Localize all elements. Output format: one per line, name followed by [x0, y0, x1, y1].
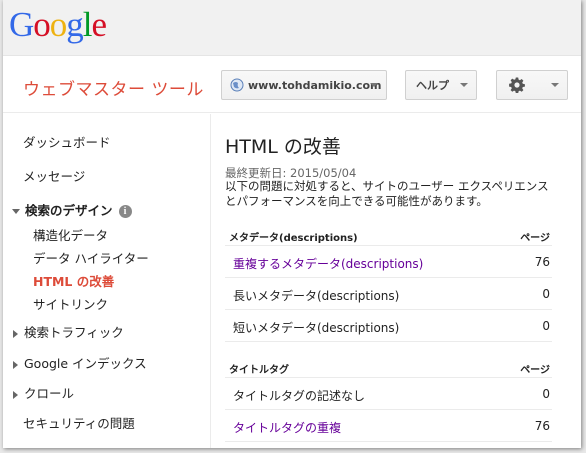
page-count: 76 — [534, 255, 550, 269]
issue-label: 長いメタデータ(descriptions) — [233, 289, 400, 303]
collapsed-arrow-icon — [13, 360, 18, 369]
title-tag-table: タイトルタグ ページ タイトルタグの記述なし 0 タイトルタグの重複 76 — [225, 354, 552, 442]
google-logo[interactable]: Google — [9, 3, 108, 47]
sidebar-item-structured-data[interactable]: 構造化データ — [33, 225, 108, 244]
logo-letter: l — [82, 5, 93, 44]
site-selector-button[interactable]: www.tohdamikio.com — [221, 70, 387, 100]
chevron-down-icon — [370, 83, 378, 87]
issue-link[interactable]: 重複するメタデータ(descriptions) — [233, 255, 423, 272]
issue-label: 短いメタデータ(descriptions) — [233, 321, 400, 335]
column-header-issue: タイトルタグ — [229, 365, 289, 376]
logo-letter: e — [91, 5, 108, 44]
help-button[interactable]: ヘルプ — [405, 70, 477, 100]
meta-description-table: メタデータ(descriptions) ページ 重複するメタデータ(descri… — [225, 222, 552, 342]
page-count: 76 — [534, 419, 550, 433]
expanded-arrow-icon — [12, 209, 20, 214]
sidebar-item-sitelinks[interactable]: サイトリンク — [33, 294, 108, 313]
sidebar-item-data-highlighter[interactable]: データ ハイライター — [33, 248, 149, 267]
sidebar-item-security-issues[interactable]: セキュリティの問題 — [23, 413, 135, 432]
table-row[interactable]: 重複するメタデータ(descriptions) 76 — [225, 246, 552, 278]
settings-button[interactable] — [496, 70, 568, 100]
wmt-header: ウェブマスター ツール www.tohdamikio.com ヘルプ — [3, 57, 581, 113]
table-header: メタデータ(descriptions) ページ — [225, 222, 552, 246]
sidebar-nav: ダッシュボード メッセージ 検索のデザイン i 構造化データ データ ハイライター… — [3, 114, 209, 448]
chevron-down-icon — [551, 83, 559, 87]
sidebar-item-dashboard[interactable]: ダッシュボード — [23, 132, 111, 151]
gear-icon — [509, 77, 525, 93]
page-count: 0 — [542, 319, 550, 333]
sidebar-item-google-index[interactable]: Google インデックス — [13, 353, 147, 372]
chevron-down-icon — [460, 83, 468, 87]
logo-letter: g — [66, 5, 83, 44]
page-count: 0 — [542, 287, 550, 301]
top-bar: Google — [3, 0, 581, 56]
globe-icon — [230, 78, 244, 92]
browser-frame: Google ウェブマスター ツール www.tohdamikio.com ヘル… — [3, 0, 581, 448]
sidebar-section-label: 検索トラフィック — [24, 325, 124, 340]
collapsed-arrow-icon — [13, 390, 18, 399]
issue-link[interactable]: タイトルタグの重複 — [233, 419, 341, 436]
logo-letter: o — [49, 5, 67, 44]
site-selector-label: www.tohdamikio.com — [248, 78, 382, 92]
page-count: 0 — [542, 387, 550, 401]
column-header-pages: ページ — [520, 365, 550, 376]
sidebar-section-label: 検索のデザイン — [25, 203, 113, 218]
main-content: HTML の改善 最終更新日: 2015/05/04 以下の問題に対処すると、サ… — [211, 114, 581, 448]
help-label: ヘルプ — [416, 79, 449, 92]
sidebar-item-crawl[interactable]: クロール — [13, 383, 74, 402]
app-title[interactable]: ウェブマスター ツール — [23, 75, 204, 100]
collapsed-arrow-icon — [13, 329, 18, 338]
table-row: 長いメタデータ(descriptions) 0 — [225, 278, 552, 310]
sidebar-item-search-traffic[interactable]: 検索トラフィック — [13, 322, 124, 341]
issue-label: タイトルタグの記述なし — [233, 389, 366, 403]
sidebar-item-messages[interactable]: メッセージ — [23, 166, 85, 185]
column-header-issue: メタデータ(descriptions) — [229, 233, 358, 244]
table-row: 短いメタデータ(descriptions) 0 — [225, 310, 552, 342]
column-header-pages: ページ — [520, 233, 550, 244]
info-icon[interactable]: i — [118, 205, 132, 218]
table-row[interactable]: タイトルタグの重複 76 — [225, 410, 552, 442]
table-row: タイトルタグの記述なし 0 — [225, 378, 552, 410]
sidebar-section-label: Google インデックス — [24, 356, 147, 371]
logo-letter: G — [9, 5, 34, 44]
sidebar-item-search-appearance[interactable]: 検索のデザイン i — [12, 200, 132, 219]
sidebar-item-html-improvements[interactable]: HTML の改善 — [33, 271, 114, 290]
table-header: タイトルタグ ページ — [225, 354, 552, 378]
page-title: HTML の改善 — [225, 136, 341, 158]
sidebar-section-label: クロール — [24, 386, 75, 401]
logo-letter: o — [33, 5, 50, 44]
page-description: 以下の問題に対処すると、サイトのユーザー エクスペリエンスとパフォーマンスを向上… — [225, 179, 549, 208]
